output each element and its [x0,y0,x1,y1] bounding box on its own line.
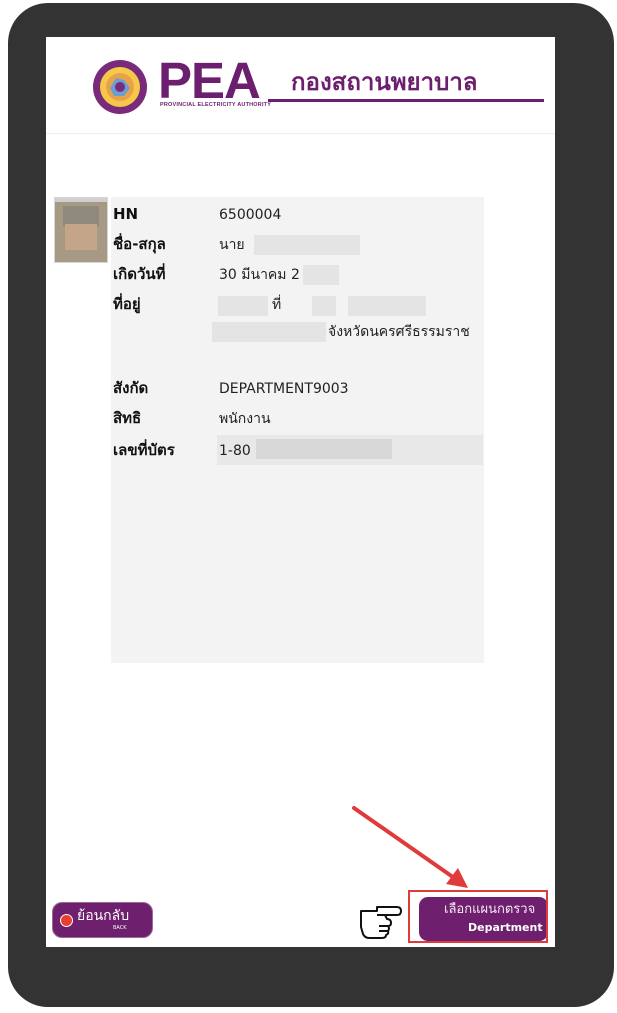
redacted-card [256,439,392,459]
pea-logo-subtitle: PROVINCIAL ELECTRICITY AUTHORITY [160,102,272,108]
app-header: PEA PROVINCIAL ELECTRICITY AUTHORITY กอง… [46,37,555,134]
name-value: นาย [219,237,245,253]
hn-value: 6500004 [219,207,282,223]
annotation-arrow [352,806,468,888]
header-underline [268,99,544,102]
card-label: เลขที่บัตร [113,441,175,459]
redacted-address-3 [348,296,426,316]
right-label: สิทธิ [113,409,142,427]
birth-label: เกิดวันที่ [113,265,166,283]
right-value: พนักงาน [219,411,271,427]
redacted-address-1 [218,296,268,316]
pea-seal-logo [93,60,147,114]
back-button-label: ย้อนกลับ [77,908,130,924]
app-screen: PEA PROVINCIAL ELECTRICITY AUTHORITY กอง… [46,37,555,947]
back-button[interactable]: ย้อนกลับ BACK [52,902,153,938]
redacted-address-4 [212,322,326,342]
hospital-name: กองสถานพยาบาล [291,68,478,96]
back-arrow-icon [60,914,73,927]
card-value: 1-80 [219,443,251,459]
redacted-name [254,235,360,255]
redacted-address-2 [312,296,336,316]
department-label: สังกัด [113,379,149,397]
address-line2: จังหวัดนครศรีธรรมราช [328,324,470,340]
redacted-birth-year [303,265,339,285]
back-button-sublabel: BACK [113,925,127,931]
department-value: DEPARTMENT9003 [219,381,349,397]
hn-label: HN [113,205,139,223]
patient-photo [54,197,108,263]
address-label: ที่อยู่ [113,295,141,313]
device-frame: PEA PROVINCIAL ELECTRICITY AUTHORITY กอง… [8,3,614,1007]
name-label: ชื่อ-สกุล [113,235,166,253]
address-line1: ที่ [272,297,282,313]
pea-logo-text: PEA [158,52,261,109]
pointing-hand-icon [360,906,402,939]
birth-value: 30 มีนาคม 2 [219,267,300,283]
highlight-box [408,890,548,943]
